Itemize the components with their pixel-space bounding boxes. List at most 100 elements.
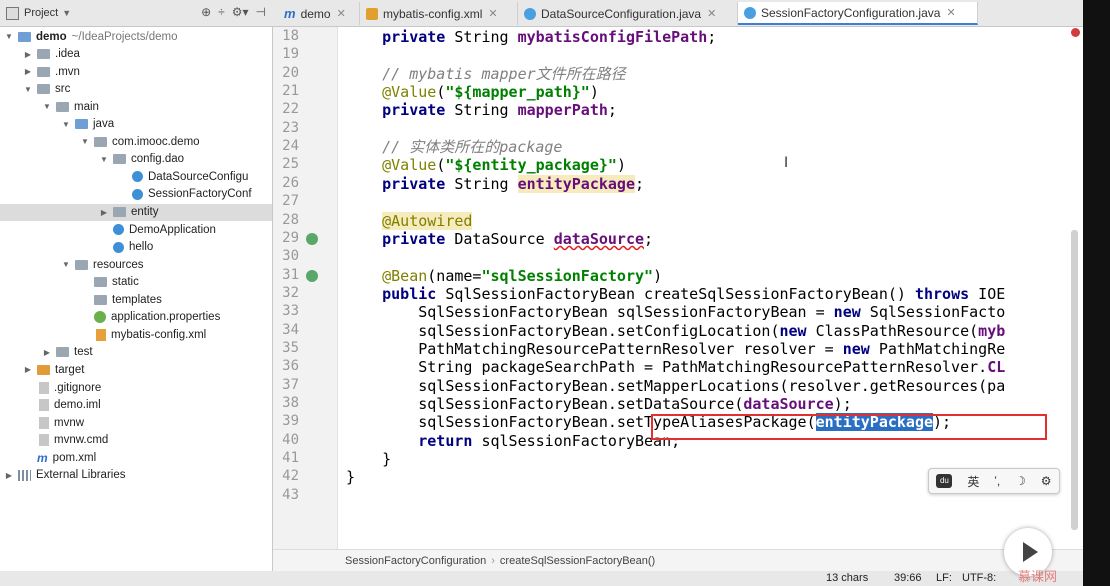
- editor-scrollbar[interactable]: [1071, 230, 1078, 530]
- tree-item[interactable]: ▼ resources: [0, 256, 272, 273]
- tree-item[interactable]: ▶ target: [0, 361, 272, 378]
- tree-item[interactable]: ▼ com.imooc.demo: [0, 133, 272, 150]
- tree-item[interactable]: DemoApplication: [0, 221, 272, 238]
- tree-item[interactable]: ▼ main: [0, 98, 272, 115]
- breadcrumb-class[interactable]: SessionFactoryConfiguration: [345, 555, 486, 567]
- spring-bean-gutter-icon[interactable]: [306, 232, 318, 245]
- code-line[interactable]: SqlSessionFactoryBean sqlSessionFactoryB…: [346, 303, 1005, 321]
- file-encoding[interactable]: UTF-8:: [962, 572, 996, 584]
- chevron-down-icon[interactable]: ▼: [4, 32, 14, 41]
- code-line[interactable]: public SqlSessionFactoryBean createSqlSe…: [346, 285, 1005, 303]
- tree-item[interactable]: static: [0, 274, 272, 291]
- sync-icon[interactable]: ⊕: [201, 5, 211, 19]
- ime-toolbar[interactable]: du 英 ʼ, ☽ ⚙: [928, 468, 1060, 494]
- tree-item[interactable]: mvnw: [0, 414, 272, 431]
- code-line[interactable]: private String mapperPath;: [346, 101, 617, 119]
- code-line[interactable]: sqlSessionFactoryBean.setConfigLocation(…: [346, 322, 1005, 340]
- chevron-right-icon[interactable]: ▶: [99, 208, 109, 217]
- error-indicator-icon[interactable]: [1071, 28, 1080, 37]
- close-icon[interactable]: ✕: [946, 6, 955, 19]
- line-separator[interactable]: LF:: [936, 572, 952, 584]
- code-line[interactable]: }: [346, 468, 355, 486]
- code-line[interactable]: private DataSource dataSource;: [346, 230, 653, 248]
- chevron-right-icon[interactable]: ▶: [42, 348, 52, 357]
- tree-item[interactable]: ▼ config.dao: [0, 151, 272, 168]
- close-icon[interactable]: ✕: [707, 7, 716, 20]
- tree-item[interactable]: SessionFactoryConf: [0, 186, 272, 203]
- tree-item[interactable]: mvnw.cmd: [0, 432, 272, 449]
- chevron-right-icon[interactable]: ▶: [4, 471, 14, 480]
- code-line[interactable]: @Bean(name="sqlSessionFactory"): [346, 267, 662, 285]
- tree-item[interactable]: .gitignore: [0, 379, 272, 396]
- line-number: 39: [282, 413, 299, 430]
- tree-item[interactable]: demo.iml: [0, 397, 272, 414]
- code-token: PathMatchingRe: [878, 339, 1006, 358]
- ime-language-toggle[interactable]: 英: [967, 473, 979, 490]
- code-line[interactable]: // 实体类所在的package: [346, 138, 562, 156]
- tree-item[interactable]: ▼ java: [0, 116, 272, 133]
- chevron-down-icon[interactable]: ▼: [23, 85, 33, 94]
- code-line[interactable]: // mybatis mapper文件所在路径: [346, 65, 626, 83]
- code-line[interactable]: PathMatchingResourcePatternResolver reso…: [346, 340, 1005, 358]
- tree-item[interactable]: ▼ src: [0, 81, 272, 98]
- code-line[interactable]: @Value("${entity_package}"): [346, 156, 626, 174]
- tab-demo[interactable]: m demo ✕: [278, 2, 360, 25]
- chevron-down-icon[interactable]: ▼: [99, 155, 109, 164]
- code-line[interactable]: return sqlSessionFactoryBean;: [346, 432, 680, 450]
- moon-icon[interactable]: ☽: [1015, 474, 1026, 488]
- code-token: "sqlSessionFactory": [481, 266, 654, 285]
- tab-datasource-configuration[interactable]: DataSourceConfiguration.java ✕: [518, 2, 738, 25]
- hide-panel-icon[interactable]: ⊣: [256, 5, 266, 19]
- chevron-down-icon[interactable]: ▼: [80, 137, 90, 146]
- chevron-down-icon[interactable]: ▼: [42, 102, 52, 111]
- chevron-down-icon[interactable]: ▼: [61, 120, 71, 129]
- tree-item[interactable]: ▼ demo ~/IdeaProjects/demo: [0, 28, 272, 45]
- code-line[interactable]: private String entityPackage;: [346, 174, 644, 193]
- tree-item[interactable]: ▶ test: [0, 344, 272, 361]
- tree-item[interactable]: m pom.xml: [0, 449, 272, 466]
- tab-session-factory-configuration[interactable]: SessionFactoryConfiguration.java ✕: [738, 2, 978, 25]
- caret-position[interactable]: 39:66: [894, 572, 922, 584]
- code-token: dataSource: [743, 395, 834, 413]
- tree-item[interactable]: hello: [0, 239, 272, 256]
- video-side-strip: [1083, 0, 1110, 586]
- tree-item[interactable]: ▶ .idea: [0, 46, 272, 63]
- close-icon[interactable]: ✕: [488, 7, 497, 20]
- code-line[interactable]: String packageSearchPath = PathMatchingR…: [346, 358, 1005, 376]
- tree-item[interactable]: mybatis-config.xml: [0, 326, 272, 343]
- code-line[interactable]: @Value("${mapper_path}"): [346, 83, 599, 101]
- breadcrumb-method[interactable]: createSqlSessionFactoryBean(): [500, 555, 655, 567]
- gear-icon[interactable]: ⚙: [1041, 474, 1052, 488]
- code-token: // 实体类所在的package: [382, 138, 563, 157]
- code-token: IOE: [978, 284, 1006, 303]
- code-line[interactable]: @Autowired: [346, 211, 473, 230]
- code-line[interactable]: private String mybatisConfigFilePath;: [346, 28, 716, 46]
- tree-item[interactable]: ▶ entity: [0, 203, 272, 221]
- code-line[interactable]: sqlSessionFactoryBean.setMapperLocations…: [346, 377, 1005, 395]
- chevron-right-icon[interactable]: ▶: [23, 365, 33, 374]
- gear-icon[interactable]: ⚙▾: [232, 5, 249, 19]
- tree-item[interactable]: application.properties: [0, 309, 272, 326]
- tree-item[interactable]: templates: [0, 291, 272, 308]
- chevron-down-icon[interactable]: ▼: [61, 260, 71, 269]
- collapse-icon[interactable]: ÷: [218, 5, 225, 19]
- chevron-down-icon[interactable]: ▼: [62, 8, 71, 18]
- line-number: 36: [282, 358, 299, 375]
- ime-punctuation-toggle[interactable]: ʼ,: [994, 474, 1000, 488]
- tree-item[interactable]: ▶ .mvn: [0, 63, 272, 80]
- close-icon[interactable]: ✕: [337, 7, 346, 20]
- spring-bean-gutter-icon[interactable]: [306, 269, 318, 282]
- project-panel-header[interactable]: Project ▼ ⊕ ÷ ⚙▾ ⊣: [0, 0, 272, 26]
- code-line[interactable]: }: [346, 450, 391, 468]
- tree-item[interactable]: DataSourceConfigu: [0, 168, 272, 185]
- tab-label: SessionFactoryConfiguration.java: [761, 5, 941, 20]
- tree-item[interactable]: ▶ External Libraries: [0, 467, 272, 484]
- tab-mybatis-config[interactable]: mybatis-config.xml ✕: [360, 2, 518, 25]
- chevron-right-icon[interactable]: ▶: [23, 67, 33, 76]
- chevron-right-icon[interactable]: ▶: [23, 50, 33, 59]
- tree-item-label: templates: [112, 293, 162, 306]
- tree-item-label: target: [55, 363, 85, 376]
- code-line[interactable]: sqlSessionFactoryBean.setDataSource(data…: [346, 395, 852, 413]
